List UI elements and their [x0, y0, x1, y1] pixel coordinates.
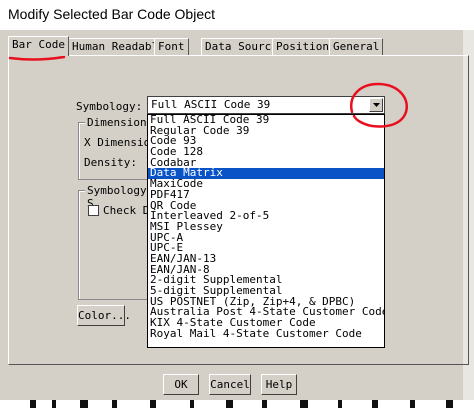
check-digit-checkbox[interactable] [88, 205, 99, 216]
dropdown-button[interactable] [369, 98, 383, 112]
symbology-option[interactable]: UPC-A [148, 232, 384, 244]
background-mark [150, 400, 156, 408]
symbology-option[interactable]: Royal Mail 4-State Customer Code [148, 328, 384, 340]
symbology-dropdown-list[interactable]: Full ASCII Code 39 Regular Code 39 Code 93… [147, 114, 385, 348]
tab-strip: Bar Code Human Readable Font Data Source… [8, 36, 468, 56]
chevron-down-icon [373, 103, 380, 107]
background-mark [190, 400, 194, 408]
background-strip [0, 400, 474, 408]
background-mark [52, 400, 56, 408]
background-mark [372, 400, 378, 408]
symbology-combobox[interactable]: Full ASCII Code 39 [147, 96, 385, 114]
background-mark [112, 400, 117, 408]
cancel-button[interactable]: Cancel [209, 374, 251, 395]
help-button[interactable]: Help [261, 374, 297, 395]
window-title: Modify Selected Bar Code Object [8, 6, 215, 22]
symbology-selected-value: Full ASCII Code 39 [151, 98, 271, 111]
tab-data-source[interactable]: Data Source [201, 38, 282, 55]
x-dimension-label: X Dimension [84, 136, 157, 149]
symbology-option[interactable]: MSI Plessey [148, 221, 384, 233]
tab-general[interactable]: General [329, 38, 384, 55]
background-mark [30, 400, 36, 408]
dimensions-group-title: Dimensions [85, 116, 156, 129]
title-bar: Modify Selected Bar Code Object [0, 0, 474, 30]
background-mark [262, 400, 267, 408]
dimensions-group: Dimensions [78, 116, 156, 180]
ok-button[interactable]: OK [163, 374, 199, 395]
background-mark [300, 400, 308, 408]
tab-position[interactable]: Position [272, 38, 333, 55]
tab-font[interactable]: Font [154, 38, 189, 55]
background-mark [446, 400, 453, 408]
symbology-label: Symbology: [76, 100, 143, 113]
background-mark [410, 400, 415, 408]
color-button[interactable]: Color... [77, 305, 131, 326]
tab-bar-code[interactable]: Bar Code [8, 36, 69, 56]
background-mark [338, 400, 342, 408]
density-label: Density: [84, 156, 137, 169]
background-mark [80, 400, 88, 408]
background-mark [226, 400, 233, 408]
